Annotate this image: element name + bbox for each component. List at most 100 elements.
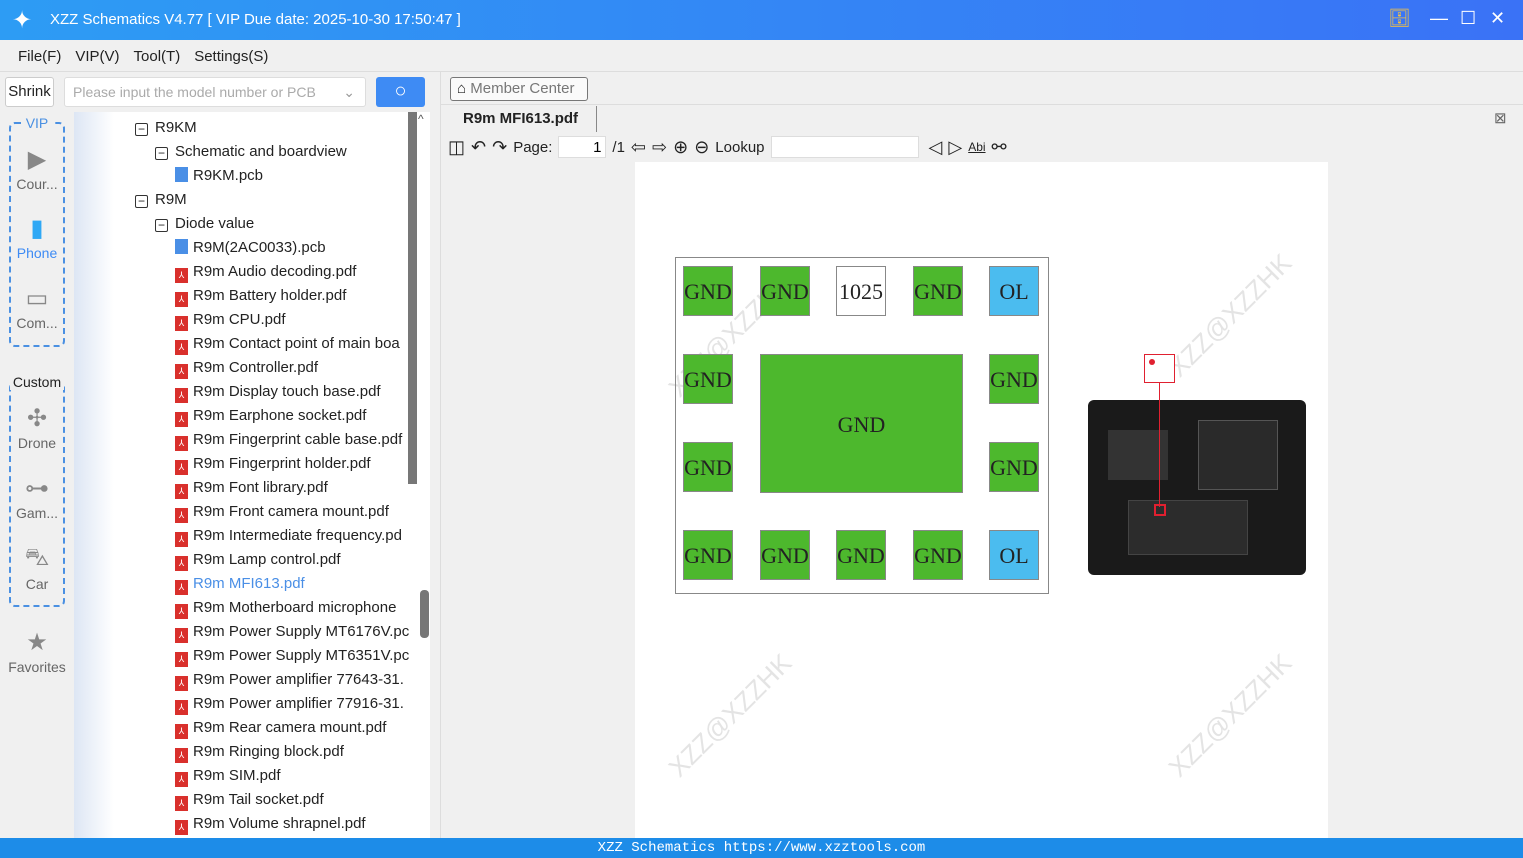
pdf-file-icon: ⅄ bbox=[175, 340, 188, 355]
pad: GND bbox=[760, 266, 810, 316]
tree-item-label: R9m Power amplifier 77916-31. bbox=[193, 695, 404, 712]
two-page-icon[interactable]: ◫ bbox=[448, 137, 465, 158]
shrink-button[interactable]: Shrink bbox=[5, 77, 54, 107]
tree-item-label: R9m Power Supply MT6176V.pc bbox=[193, 623, 410, 640]
close-button[interactable]: ✕ bbox=[1490, 8, 1505, 29]
tree-item[interactable]: ⅄ R9m Power amplifier 77643-31. bbox=[175, 669, 457, 691]
menu-tool[interactable]: Tool(T) bbox=[134, 48, 181, 65]
tree-item[interactable]: ⅄ R9m Lamp control.pdf bbox=[175, 549, 457, 571]
minimize-button[interactable]: — bbox=[1430, 8, 1448, 29]
tree-scrollbar-thumb[interactable] bbox=[420, 590, 429, 638]
tree-item-label: R9m Power amplifier 77643-31. bbox=[193, 671, 404, 688]
find-next-icon[interactable]: ▷ bbox=[948, 137, 962, 158]
tree-item-label: R9m Battery holder.pdf bbox=[193, 287, 347, 304]
tree-item[interactable]: ⅄ R9m Tail socket.pdf bbox=[175, 789, 457, 811]
tree-item-label: R9m Fingerprint cable base.pdf bbox=[193, 431, 403, 448]
next-page-icon[interactable]: ⇨ bbox=[652, 137, 667, 158]
tree-item-label: R9m Lamp control.pdf bbox=[193, 551, 341, 568]
tree-item[interactable]: ⅄ R9m Power Supply MT6176V.pc bbox=[175, 621, 457, 643]
tree-item[interactable]: ⅄ R9m Motherboard microphone bbox=[175, 597, 457, 619]
sidebar-item-car[interactable]: ⛍ Car bbox=[0, 544, 74, 592]
tab-document[interactable]: R9m MFI613.pdf bbox=[463, 110, 578, 127]
zoom-in-icon[interactable]: ⊕ bbox=[673, 137, 688, 158]
tree-item[interactable]: ⅄ R9m MFI613.pdf bbox=[175, 573, 457, 595]
page-total: /1 bbox=[612, 138, 625, 156]
play-icon: ▶ bbox=[27, 146, 47, 173]
tree-item-label: R9m Intermediate frequency.pd bbox=[193, 527, 402, 544]
custom-label: Custom bbox=[10, 374, 64, 390]
sidebar-item-game[interactable]: ⊶ Gam... bbox=[0, 474, 74, 521]
tree-item-label: R9m Volume shrapnel.pdf bbox=[193, 815, 366, 832]
laptop-icon: ▭ bbox=[25, 285, 49, 312]
match-case-button[interactable]: Abi bbox=[968, 140, 985, 154]
page-input[interactable] bbox=[558, 136, 607, 158]
pad: GND bbox=[683, 354, 733, 404]
search-placeholder: Please input the model number or PCB bbox=[73, 84, 316, 100]
pdf-file-icon: ⅄ bbox=[175, 268, 188, 283]
search-icon: ○ bbox=[394, 80, 407, 102]
pdf-file-icon: ⅄ bbox=[175, 388, 188, 403]
sidebar-item-favorites[interactable]: ★ Favorites bbox=[0, 628, 74, 675]
tree-item-label: R9m Fingerprint holder.pdf bbox=[193, 455, 371, 472]
pdf-file-icon: ⅄ bbox=[175, 820, 188, 835]
drone-icon: ✣ bbox=[26, 405, 48, 432]
tree-item-label: R9m Power Supply MT6351V.pc bbox=[193, 647, 410, 664]
locator-marker bbox=[1144, 354, 1175, 383]
maximize-button[interactable]: ☐ bbox=[1460, 8, 1476, 29]
collapse-icon[interactable]: − bbox=[135, 123, 148, 136]
title-bar: ✦ XZZ Schematics V4.77 [ VIP Due date: 2… bbox=[0, 0, 1523, 40]
car-icon: ⛍ bbox=[24, 544, 50, 571]
collapse-icon[interactable]: − bbox=[135, 195, 148, 208]
tree-item[interactable]: ⅄ R9m Power Supply MT6351V.pc bbox=[175, 645, 457, 667]
vip-label: VIP bbox=[22, 115, 52, 131]
tree-item-label: R9m Controller.pdf bbox=[193, 359, 319, 376]
briefcase-icon[interactable]: 🗄 bbox=[1388, 8, 1411, 29]
menu-vip[interactable]: VIP(V) bbox=[75, 48, 119, 65]
scroll-up-icon[interactable]: ^ bbox=[418, 112, 424, 126]
member-center-button[interactable]: ⌂ Member Center bbox=[450, 77, 588, 101]
close-tab-icon[interactable]: ⊠ bbox=[1494, 109, 1507, 127]
sidebar-item-drone[interactable]: ✣ Drone bbox=[0, 404, 74, 451]
collapse-icon[interactable]: − bbox=[155, 219, 168, 232]
tree-item[interactable]: ⅄ R9m Volume shrapnel.pdf bbox=[175, 813, 457, 835]
category-sidebar: VIP ▶ Cour... ▮ Phone ▭ Com... Custom ✣ Dron… bbox=[0, 112, 74, 838]
rotate-left-icon[interactable]: ↶ bbox=[471, 137, 486, 158]
tree-item-label: R9m Front camera mount.pdf bbox=[193, 503, 389, 520]
pdf-file-icon: ⅄ bbox=[175, 772, 188, 787]
tree-item-label: R9KM bbox=[155, 119, 197, 136]
chevron-down-icon[interactable]: ⌄ bbox=[343, 78, 355, 106]
rotate-right-icon[interactable]: ↷ bbox=[492, 137, 507, 158]
locator-line bbox=[1159, 382, 1160, 507]
tree-item[interactable]: ⅄ R9m Ringing block.pdf bbox=[175, 741, 457, 763]
phone-icon: ▮ bbox=[30, 215, 44, 242]
binoculars-icon[interactable]: ⚯ bbox=[992, 137, 1007, 158]
sidebar-item-courses[interactable]: ▶ Cour... bbox=[0, 145, 74, 192]
tree-item[interactable]: ⅄ R9m Power amplifier 77916-31. bbox=[175, 693, 457, 715]
sidebar-item-phone[interactable]: ▮ Phone bbox=[0, 214, 74, 261]
zoom-out-icon[interactable]: ⊖ bbox=[694, 137, 709, 158]
find-prev-icon[interactable]: ◁ bbox=[929, 137, 943, 158]
pdf-file-icon: ⅄ bbox=[175, 508, 188, 523]
menu-file[interactable]: File(F) bbox=[18, 48, 61, 65]
lookup-input[interactable] bbox=[770, 136, 919, 158]
tree-scrollbar-track[interactable] bbox=[408, 112, 417, 484]
search-input[interactable]: Please input the model number or PCB ⌄ bbox=[64, 77, 366, 107]
sidebar-item-computer[interactable]: ▭ Com... bbox=[0, 284, 74, 331]
search-button[interactable]: ○ bbox=[376, 77, 425, 107]
pad: GND bbox=[836, 530, 886, 580]
tree-item[interactable]: ⅄ R9m Intermediate frequency.pd bbox=[175, 525, 457, 547]
page-label: Page: bbox=[513, 138, 553, 156]
pad: GND bbox=[683, 266, 733, 316]
tree-item[interactable]: ⅄ R9m Front camera mount.pdf bbox=[175, 501, 457, 523]
app-logo-icon: ✦ bbox=[12, 7, 33, 34]
tree-item[interactable]: ⅄ R9m Rear camera mount.pdf bbox=[175, 717, 457, 739]
pdf-file-icon: ⅄ bbox=[175, 652, 188, 667]
prev-page-icon[interactable]: ⇦ bbox=[631, 137, 646, 158]
tree-item-label: R9M(2AC0033).pcb bbox=[193, 239, 326, 256]
tree-item[interactable]: ⅄ R9m SIM.pdf bbox=[175, 765, 457, 787]
collapse-icon[interactable]: − bbox=[155, 147, 168, 160]
pad: OL bbox=[989, 266, 1039, 316]
pdf-file-icon: ⅄ bbox=[175, 556, 188, 571]
pad: 1025 bbox=[836, 266, 886, 316]
menu-settings[interactable]: Settings(S) bbox=[194, 48, 268, 65]
